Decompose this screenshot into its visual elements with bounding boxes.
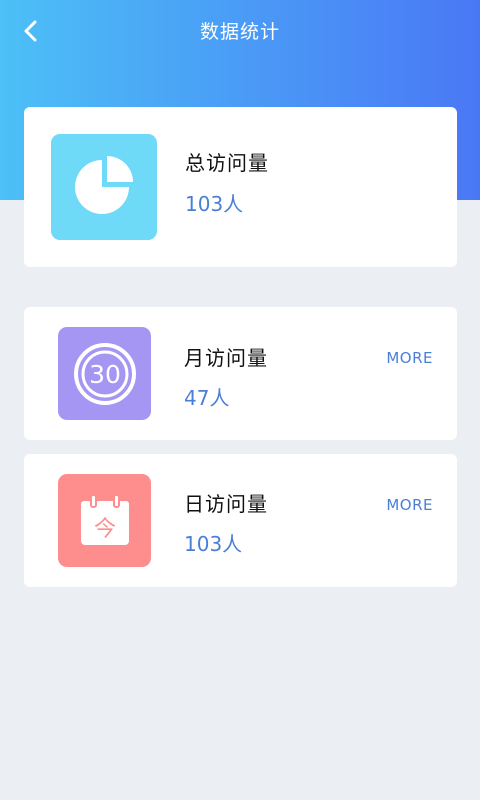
monthly-visits-value: 47人 bbox=[184, 386, 230, 410]
pie-chart-icon bbox=[75, 156, 133, 214]
total-visits-card: 总访问量 103人 bbox=[24, 107, 457, 267]
daily-visits-value: 103人 bbox=[184, 532, 243, 556]
page: 数据统计 总访问量 103人 30 月访问量 47人 MORE 今 日访问量 1… bbox=[0, 0, 480, 800]
page-title: 数据统计 bbox=[199, 21, 280, 43]
calendar-today-icon: 今 bbox=[80, 493, 129, 545]
daily-visits-icon-tile: 今 bbox=[58, 474, 151, 567]
thirty-days-icon-text: 30 bbox=[89, 360, 121, 389]
monthly-visits-card: 30 月访问量 47人 MORE bbox=[24, 307, 457, 440]
total-visits-icon-tile bbox=[51, 134, 157, 240]
top-bar: 数据统计 bbox=[0, 0, 480, 62]
monthly-visits-more-link[interactable]: MORE bbox=[386, 349, 433, 367]
monthly-visits-icon-tile: 30 bbox=[58, 327, 151, 420]
calendar-today-icon-text: 今 bbox=[93, 517, 115, 542]
daily-visits-card: 今 日访问量 103人 MORE bbox=[24, 454, 457, 587]
thirty-days-icon: 30 bbox=[73, 342, 136, 405]
total-visits-label: 总访问量 bbox=[185, 151, 269, 175]
daily-visits-more-link[interactable]: MORE bbox=[386, 496, 433, 514]
daily-visits-label: 日访问量 bbox=[184, 492, 268, 516]
total-visits-value: 103人 bbox=[185, 192, 244, 216]
monthly-visits-label: 月访问量 bbox=[184, 346, 268, 370]
